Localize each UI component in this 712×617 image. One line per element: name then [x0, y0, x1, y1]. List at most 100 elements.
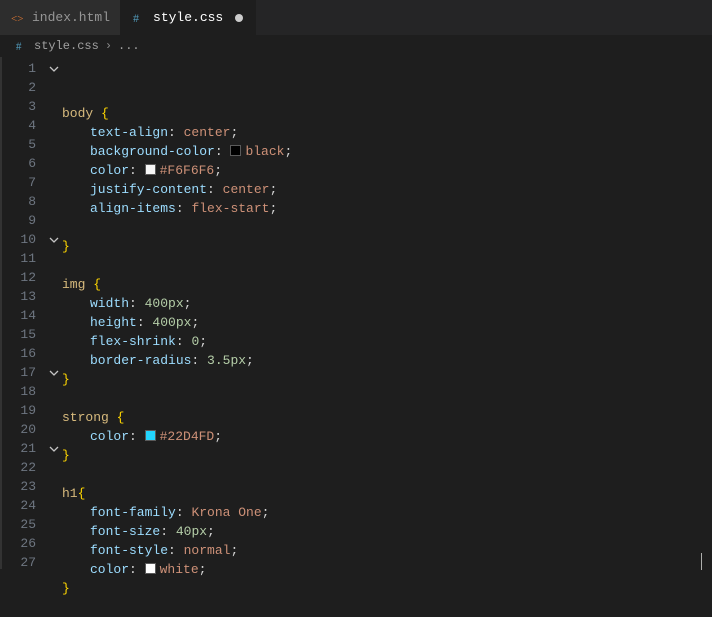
fold-spacer	[46, 553, 62, 572]
code-area[interactable]: body {text-align: center;background-colo…	[62, 57, 712, 569]
line-number: 1	[0, 59, 36, 78]
token-prop: width	[90, 296, 129, 311]
token-brace: {	[93, 277, 101, 292]
fold-spacer	[46, 420, 62, 439]
css-file-icon: #	[14, 39, 28, 53]
token-punc: :	[137, 315, 153, 330]
line-number: 8	[0, 192, 36, 211]
code-line[interactable]	[62, 389, 712, 408]
code-line[interactable]: text-align: center;	[62, 123, 712, 142]
fold-gutter	[46, 57, 62, 569]
token-prop: color	[90, 562, 129, 577]
line-number: 20	[0, 420, 36, 439]
fold-chevron-icon[interactable]	[46, 363, 62, 382]
line-number: 23	[0, 477, 36, 496]
code-line[interactable]: height: 400px;	[62, 313, 712, 332]
fold-chevron-icon[interactable]	[46, 59, 62, 78]
token-sel: body	[62, 106, 93, 121]
line-number: 18	[0, 382, 36, 401]
fold-chevron-icon[interactable]	[46, 230, 62, 249]
token-punc: :	[215, 144, 231, 159]
token-punc: ;	[214, 429, 222, 444]
fold-chevron-icon[interactable]	[46, 439, 62, 458]
code-line[interactable]: background-color: black;	[62, 142, 712, 161]
html-file-icon: <>	[10, 10, 26, 26]
line-number: 27	[0, 553, 36, 572]
line-number: 26	[0, 534, 36, 553]
code-line[interactable]: align-items: flex-start;	[62, 199, 712, 218]
code-line[interactable]: font-style: normal;	[62, 541, 712, 560]
code-line[interactable]	[62, 256, 712, 275]
token-brace: }	[62, 372, 70, 387]
code-line[interactable]: }	[62, 370, 712, 389]
color-swatch-icon[interactable]	[145, 430, 156, 441]
token-val: flex-start	[191, 201, 269, 216]
token-sel: strong	[62, 410, 109, 425]
tab-index-html[interactable]: <> index.html	[0, 0, 121, 35]
code-line[interactable]: img {	[62, 275, 712, 294]
code-line[interactable]: border-radius: 3.5px;	[62, 351, 712, 370]
fold-spacer	[46, 173, 62, 192]
line-number: 15	[0, 325, 36, 344]
code-line[interactable]: justify-content: center;	[62, 180, 712, 199]
fold-spacer	[46, 268, 62, 287]
token-punc: ;	[269, 201, 277, 216]
code-line[interactable]: }	[62, 579, 712, 598]
token-punc: :	[168, 543, 184, 558]
tab-label: index.html	[32, 10, 110, 25]
color-swatch-icon[interactable]	[145, 164, 156, 175]
code-line[interactable]: font-family: Krona One;	[62, 503, 712, 522]
code-line[interactable]: }	[62, 446, 712, 465]
svg-text:<>: <>	[11, 13, 23, 25]
code-editor[interactable]: 1234567891011121314151617181920212223242…	[0, 57, 712, 569]
line-number: 12	[0, 268, 36, 287]
tab-style-css[interactable]: # style.css	[121, 0, 256, 35]
code-line[interactable]	[62, 218, 712, 237]
code-line[interactable]: flex-shrink: 0;	[62, 332, 712, 351]
token-unit: px	[176, 315, 192, 330]
token-prop: color	[90, 429, 129, 444]
color-swatch-icon[interactable]	[230, 145, 241, 156]
token-prop: font-style	[90, 543, 168, 558]
line-number: 13	[0, 287, 36, 306]
fold-spacer	[46, 515, 62, 534]
fold-spacer	[46, 306, 62, 325]
token-num: 40	[176, 524, 192, 539]
token-brace: }	[62, 448, 70, 463]
token-punc: ;	[199, 562, 207, 577]
line-number: 2	[0, 78, 36, 97]
breadcrumb-rest: ...	[118, 39, 140, 53]
line-number: 22	[0, 458, 36, 477]
token-prop: justify-content	[90, 182, 207, 197]
code-line[interactable]: font-size: 40px;	[62, 522, 712, 541]
code-line[interactable]	[62, 465, 712, 484]
code-line[interactable]: color: white;	[62, 560, 712, 579]
token-brace: }	[62, 581, 70, 596]
token-punc: ;	[269, 182, 277, 197]
token-sel: h1	[62, 486, 78, 501]
token-punc: ;	[207, 524, 215, 539]
line-number: 5	[0, 135, 36, 154]
token-punc: :	[129, 562, 145, 577]
token-prop: font-size	[90, 524, 160, 539]
code-line[interactable]: h1{	[62, 484, 712, 503]
fold-spacer	[46, 192, 62, 211]
code-line[interactable]: strong {	[62, 408, 712, 427]
token-punc: :	[207, 182, 223, 197]
breadcrumb[interactable]: # style.css › ...	[0, 35, 712, 57]
fold-spacer	[46, 344, 62, 363]
code-line[interactable]: color: #F6F6F6;	[62, 161, 712, 180]
token-val: white	[160, 562, 199, 577]
css-file-icon: #	[131, 10, 147, 26]
code-line[interactable]: width: 400px;	[62, 294, 712, 313]
fold-spacer	[46, 382, 62, 401]
token-prop: text-align	[90, 125, 168, 140]
token-punc: :	[176, 201, 192, 216]
code-line[interactable]	[62, 598, 712, 617]
token-unit: px	[168, 296, 184, 311]
token-brace: {	[78, 486, 86, 501]
code-line[interactable]: color: #22D4FD;	[62, 427, 712, 446]
svg-text:#: #	[15, 41, 21, 53]
code-line[interactable]: body {	[62, 104, 712, 123]
code-line[interactable]: }	[62, 237, 712, 256]
